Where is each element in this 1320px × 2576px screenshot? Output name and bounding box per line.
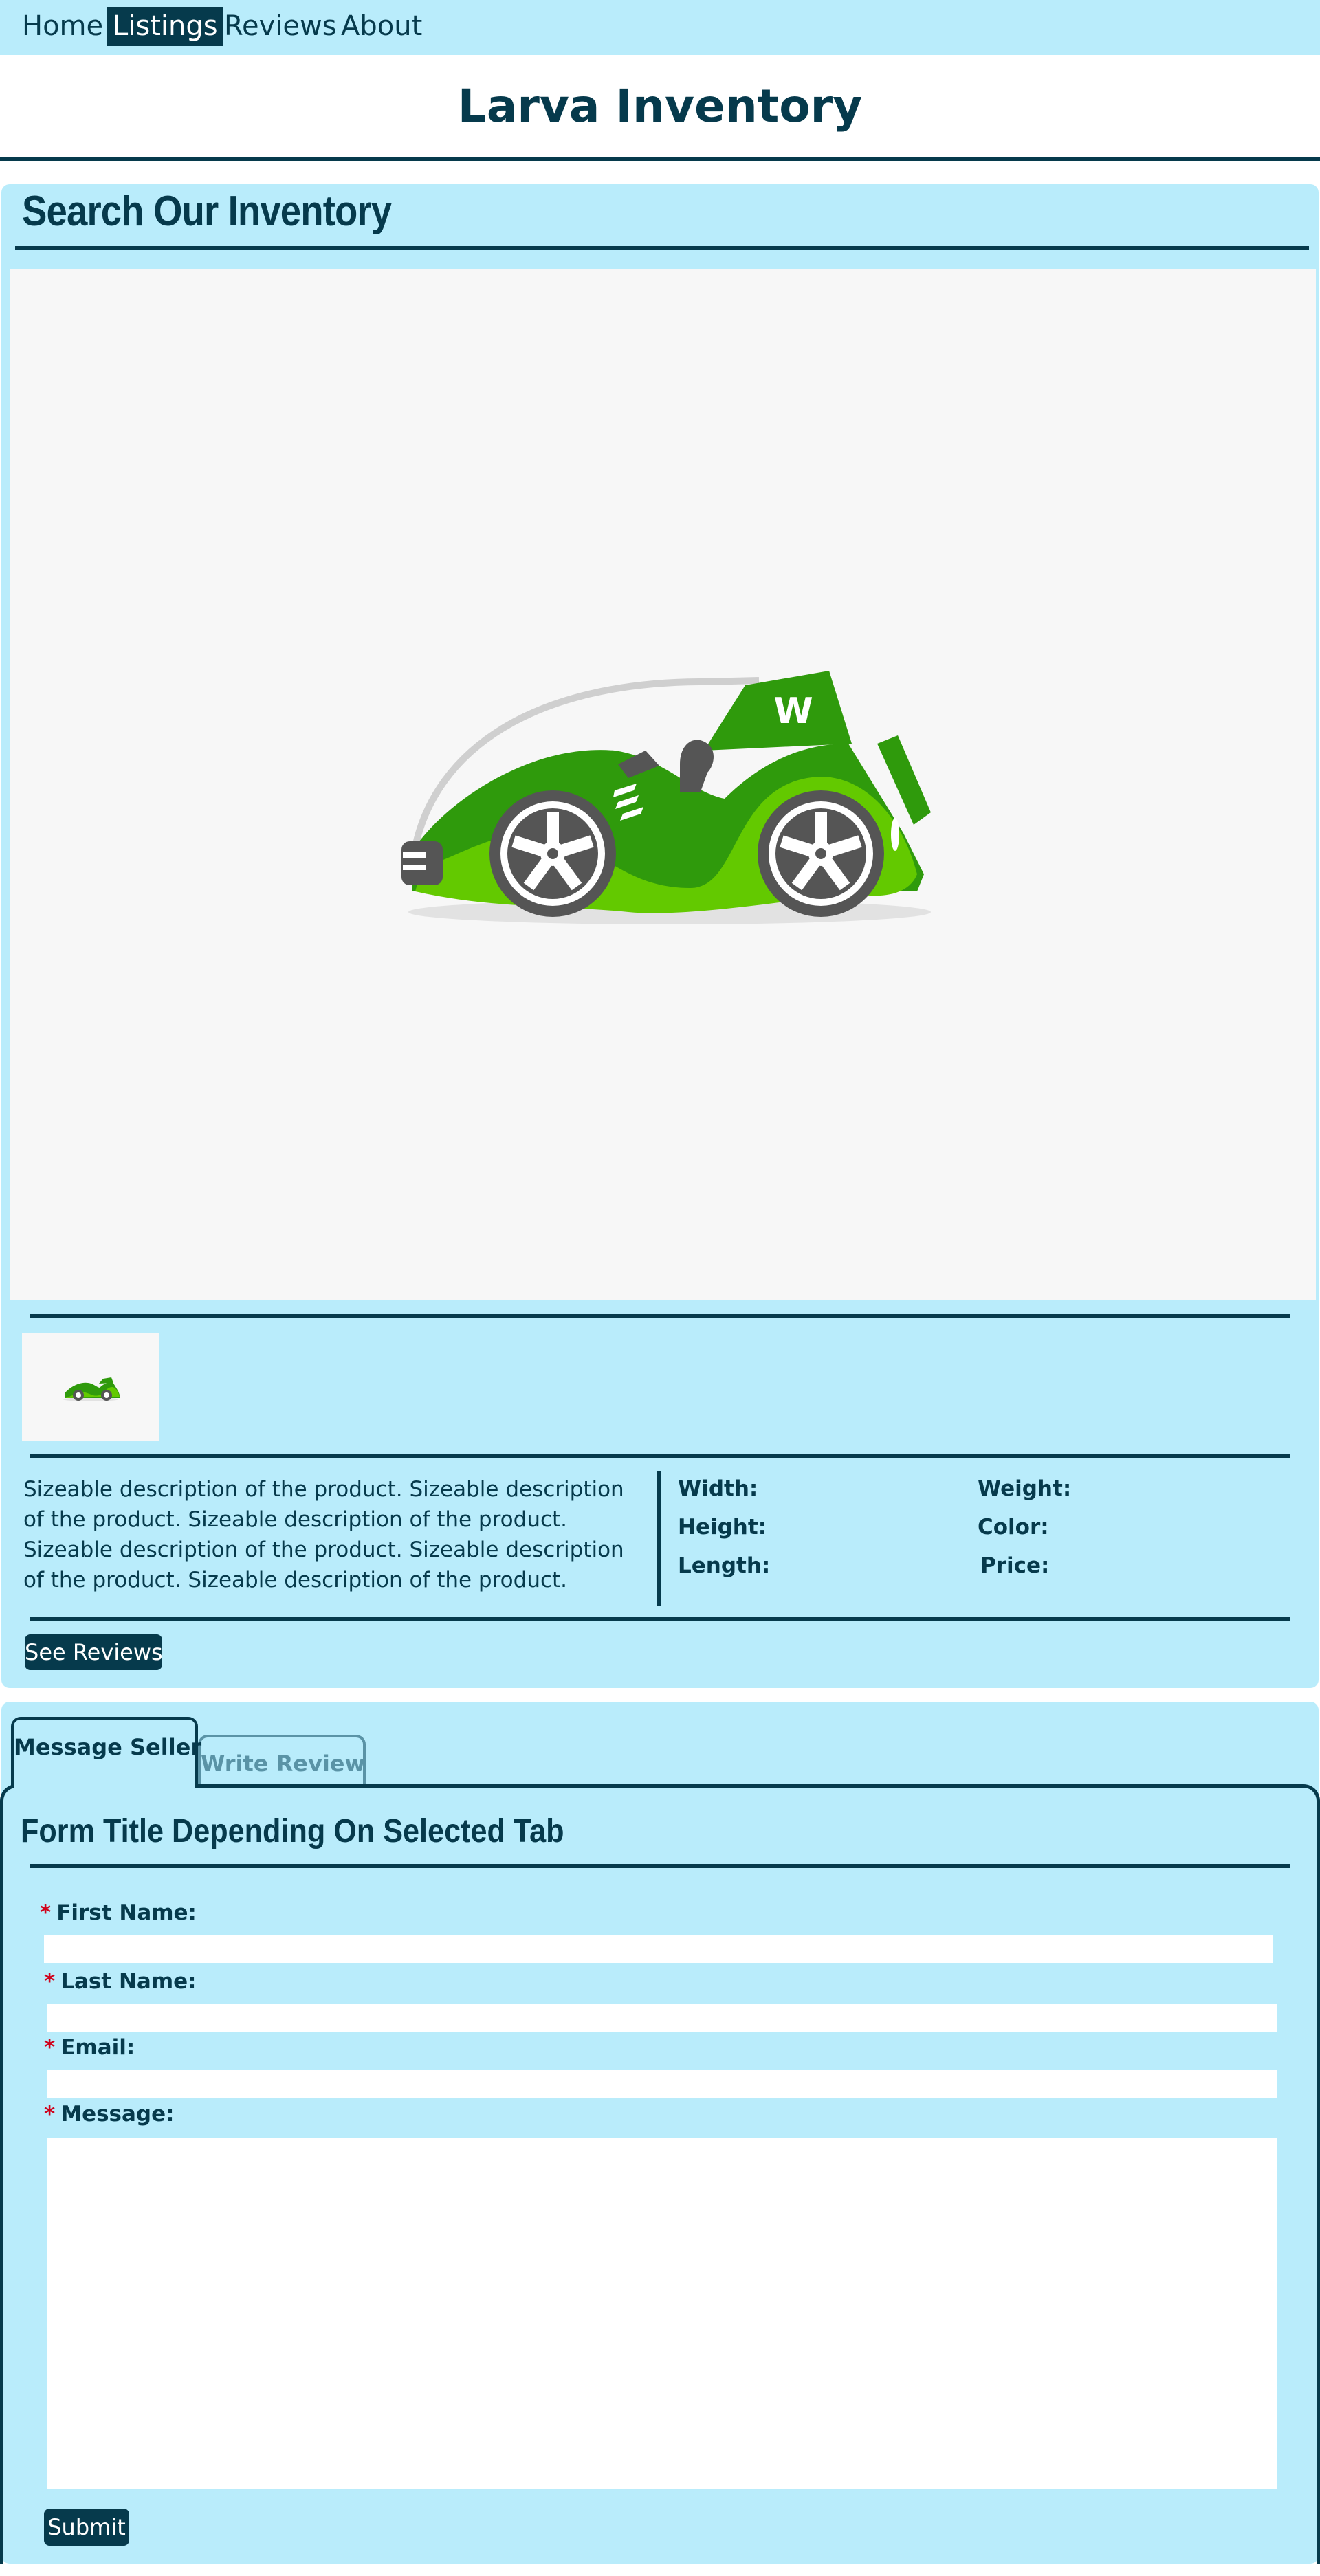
nav-reviews[interactable]: Reviews <box>219 7 342 46</box>
tab-write-review[interactable]: Write Review <box>198 1735 366 1788</box>
nav-listings[interactable]: Listings <box>107 7 223 46</box>
thumbnail-car-icon <box>63 1377 120 1401</box>
first-name-input[interactable] <box>44 1935 1273 1963</box>
front-wheel <box>490 790 616 917</box>
required-marker: * <box>44 2102 56 2127</box>
required-marker: * <box>44 1969 56 1994</box>
required-marker: * <box>40 1900 52 1925</box>
email-label-text: Email: <box>60 2035 135 2060</box>
form-title: Form Title Depending On Selected Tab <box>21 1813 564 1850</box>
nav-about[interactable]: About <box>336 7 428 46</box>
message-label-text: Message: <box>60 2102 175 2127</box>
thumbnail-divider <box>30 1454 1290 1458</box>
specs-bottom-divider <box>30 1617 1290 1621</box>
first-name-label-text: First Name: <box>56 1900 197 1925</box>
see-reviews-button[interactable]: See Reviews <box>25 1634 163 1670</box>
inventory-title: Search Our Inventory <box>22 188 392 235</box>
message-textarea[interactable] <box>47 2138 1277 2489</box>
first-name-label: * First Name: <box>40 1900 197 1925</box>
site-title: Larva Inventory <box>457 80 863 133</box>
main-product-image: W <box>10 269 1316 1300</box>
thumbnail-image[interactable] <box>22 1333 160 1441</box>
message-label: * Message: <box>44 2102 175 2127</box>
top-nav: Home Listings Reviews About <box>0 0 1320 55</box>
spec-width: Width: <box>678 1476 758 1501</box>
tab-message-seller[interactable]: Message Seller <box>11 1717 201 1788</box>
email-label: * Email: <box>44 2035 135 2060</box>
product-description: Sizeable description of the product. Siz… <box>23 1477 624 1592</box>
spec-price: Price: <box>980 1553 1050 1578</box>
form-title-divider <box>30 1864 1290 1868</box>
car-badge: W <box>773 691 813 732</box>
header-divider <box>0 157 1320 161</box>
spec-length: Length: <box>678 1553 771 1578</box>
last-name-input[interactable] <box>47 2004 1277 2032</box>
submit-button[interactable]: Submit <box>44 2509 129 2546</box>
spec-weight: Weight: <box>978 1476 1072 1501</box>
nav-home[interactable]: Home <box>16 7 109 46</box>
rear-wheel <box>758 790 884 917</box>
spec-color: Color: <box>978 1515 1049 1540</box>
required-marker: * <box>44 2035 56 2060</box>
email-input[interactable] <box>47 2070 1277 2098</box>
specs-divider <box>657 1471 661 1606</box>
spec-height: Height: <box>678 1515 767 1540</box>
last-name-label-text: Last Name: <box>60 1969 197 1994</box>
inventory-title-divider <box>15 246 1309 250</box>
car-image: W <box>402 671 931 924</box>
image-divider <box>30 1314 1290 1318</box>
last-name-label: * Last Name: <box>44 1969 197 1994</box>
